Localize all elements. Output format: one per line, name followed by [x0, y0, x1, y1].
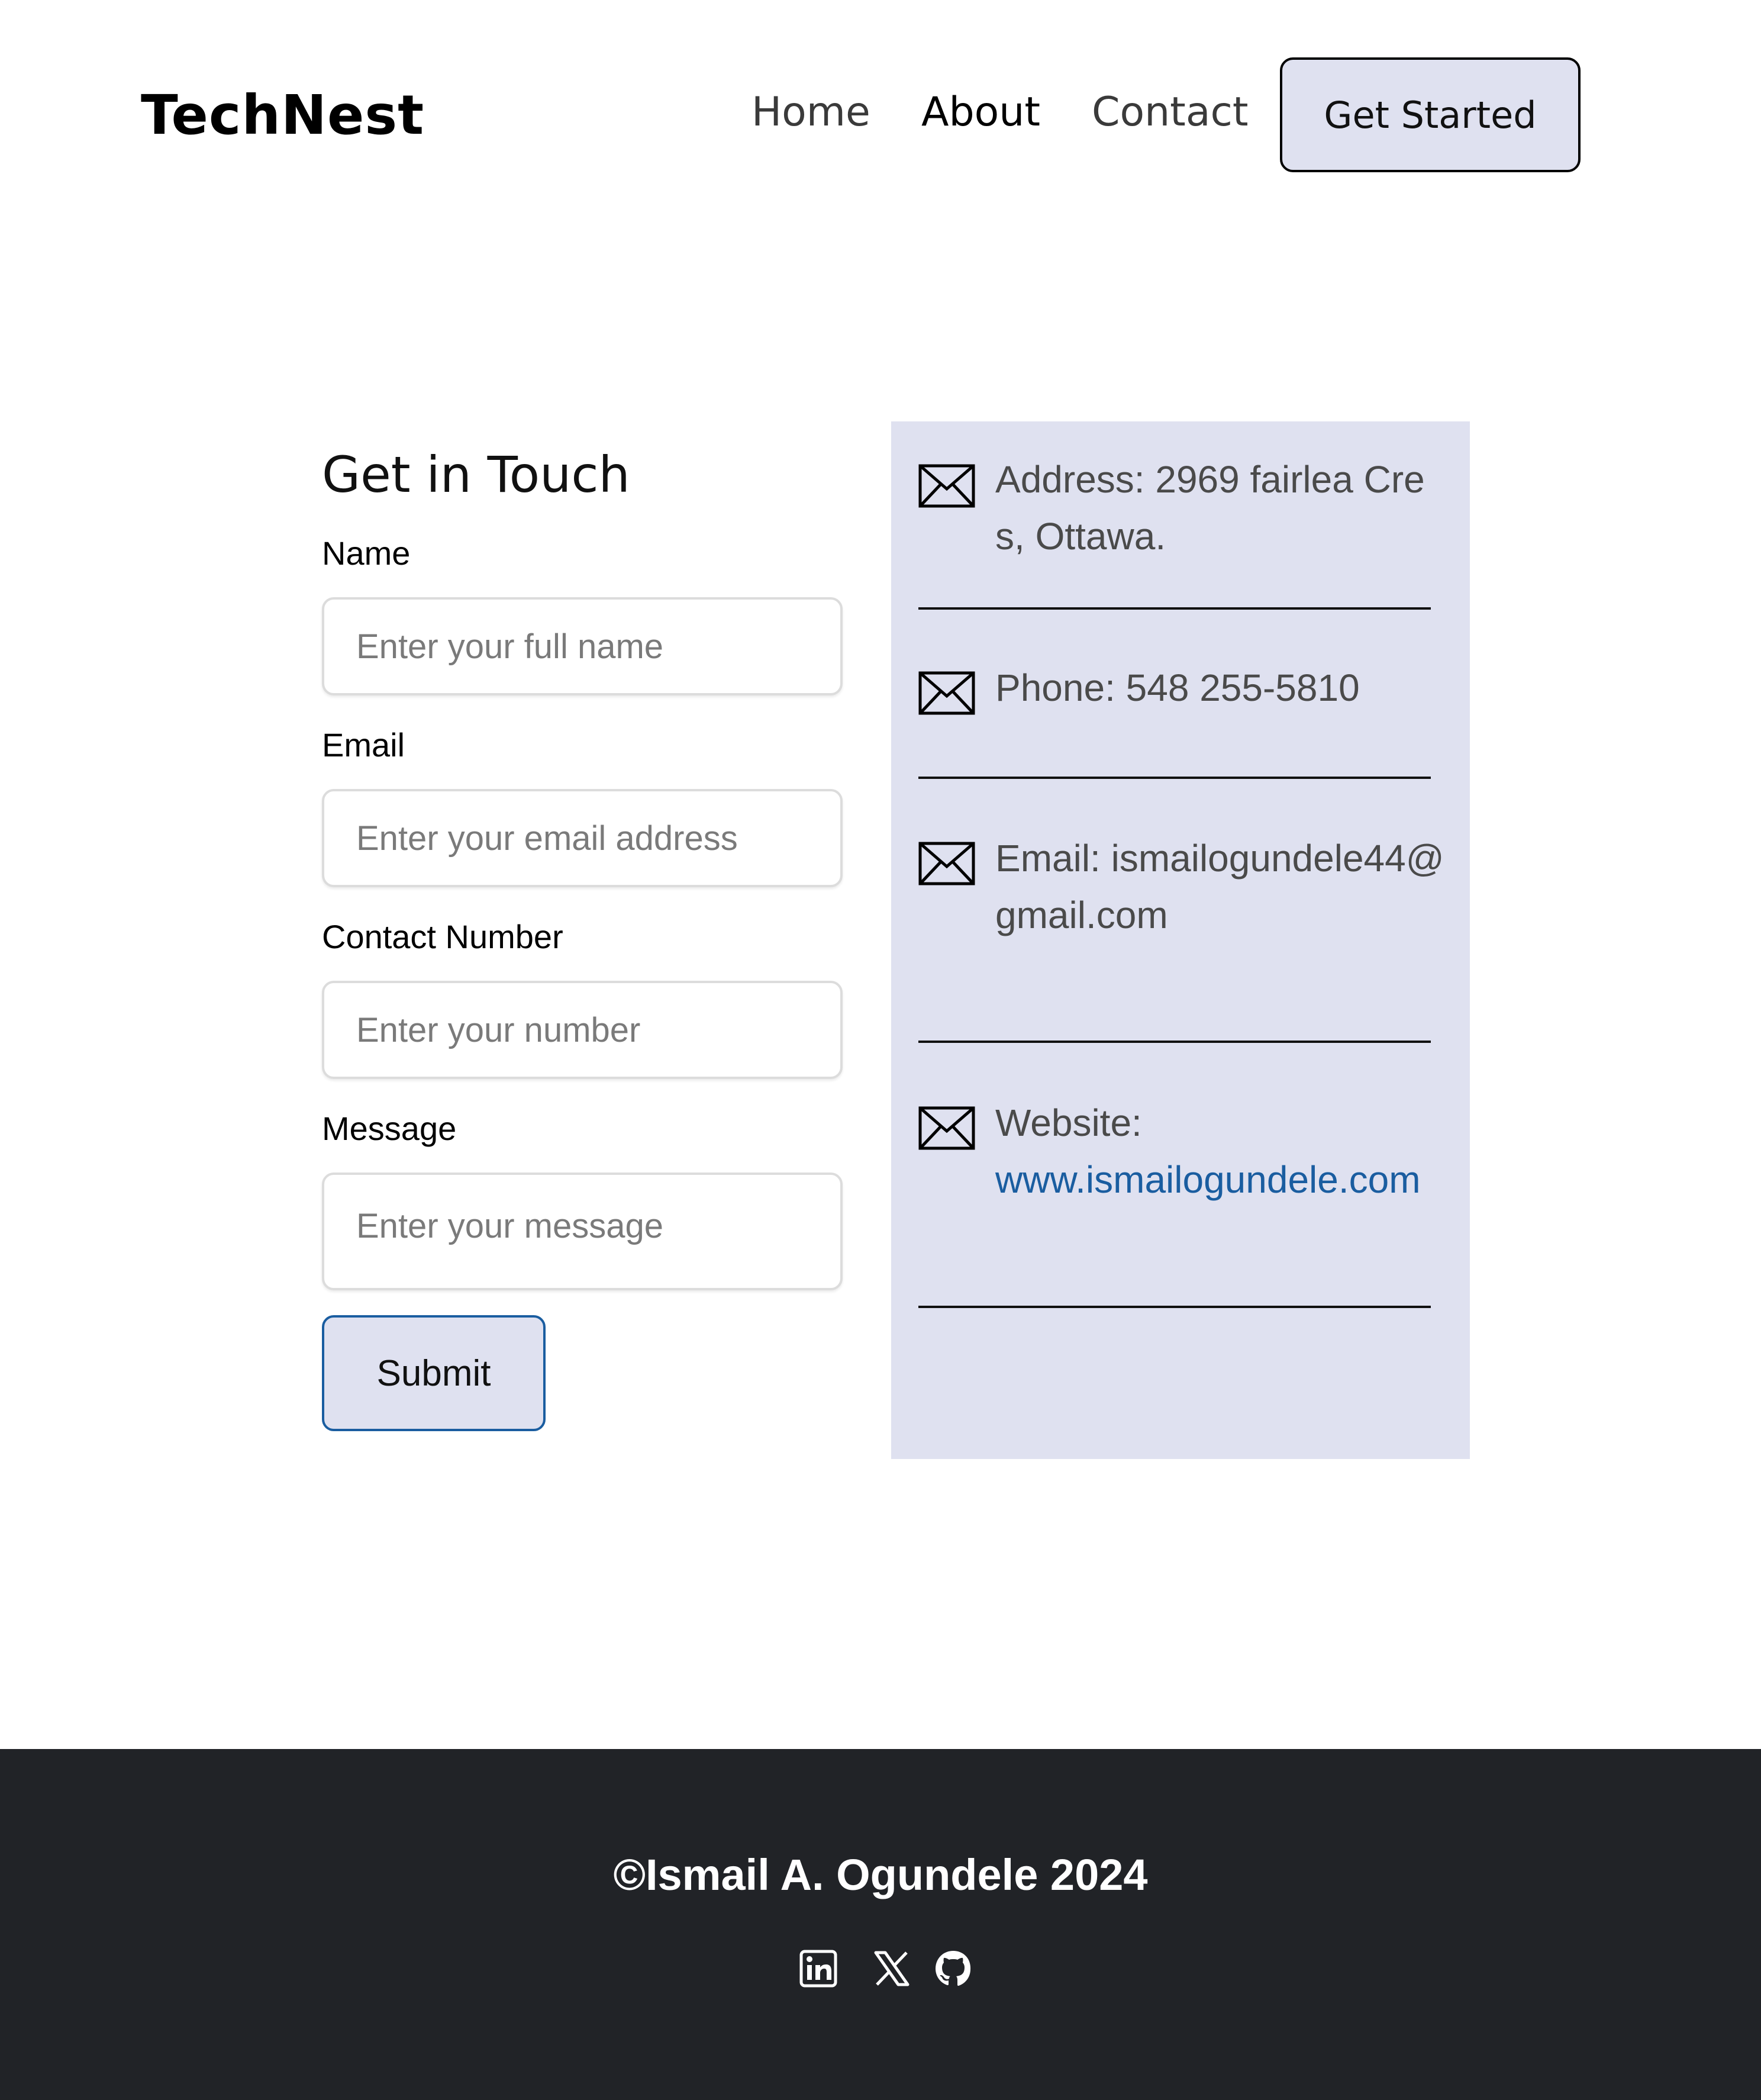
envelope-icon: [918, 1106, 975, 1150]
divider: [918, 1041, 1431, 1043]
message-label: Message: [322, 1110, 457, 1147]
divider: [918, 1306, 1431, 1308]
message-textarea[interactable]: [322, 1173, 843, 1290]
github-icon[interactable]: [934, 1949, 973, 1988]
site-header: TechNest Home About Contact Get Started: [0, 0, 1761, 231]
nav-contact-link[interactable]: Contact: [1092, 88, 1249, 137]
website-link[interactable]: www.ismailogundele.com: [995, 1158, 1421, 1201]
name-label: Name: [322, 534, 411, 572]
site-footer: ©Ismail A. Ogundele 2024: [0, 1749, 1761, 2100]
linkedin-icon[interactable]: [799, 1949, 838, 1988]
contact-number-input[interactable]: [322, 981, 843, 1079]
email-label: Email: [322, 726, 405, 764]
nav-about-link[interactable]: About: [921, 88, 1040, 137]
contact-number-label: Contact Number: [322, 918, 563, 955]
website-block: Website: www.ismailogundele.com: [995, 1094, 1445, 1208]
contact-info-panel: Address: 2969 fairlea Cres, Ottawa. Phon…: [891, 421, 1470, 1459]
divider: [918, 607, 1431, 610]
divider: [918, 777, 1431, 779]
form-title: Get in Touch: [322, 446, 630, 504]
envelope-icon: [918, 842, 975, 885]
phone-text: Phone: 548 255-5810: [995, 666, 1360, 709]
submit-button[interactable]: Submit: [322, 1315, 546, 1431]
name-input[interactable]: [322, 597, 843, 695]
envelope-icon: [918, 464, 975, 508]
email-input[interactable]: [322, 789, 843, 887]
nav-home-link[interactable]: Home: [752, 88, 870, 137]
website-label: Website:: [995, 1101, 1142, 1144]
brand-logo[interactable]: TechNest: [141, 83, 424, 148]
x-icon[interactable]: [872, 1949, 911, 1988]
get-started-button[interactable]: Get Started: [1280, 57, 1581, 172]
copyright-text: ©Ismail A. Ogundele 2024: [613, 1850, 1148, 1899]
address-text: Address: 2969 fairlea Cres, Ottawa.: [995, 458, 1425, 558]
email-text: Email: ismailogundele44@gmail.com: [995, 837, 1444, 936]
envelope-icon: [918, 671, 975, 715]
